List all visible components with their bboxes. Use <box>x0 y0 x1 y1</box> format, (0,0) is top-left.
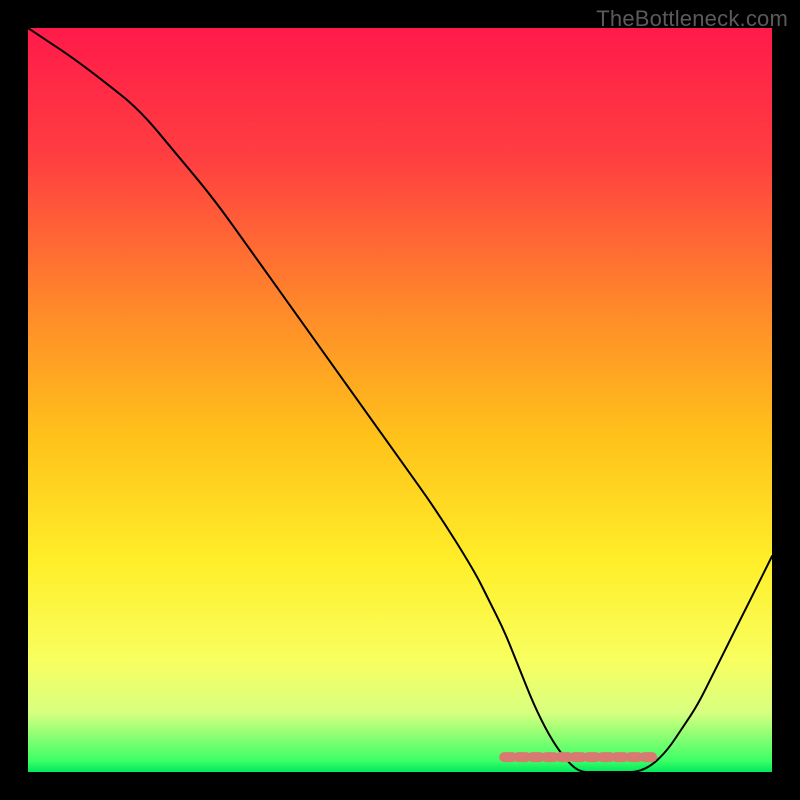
chart-background <box>28 28 772 772</box>
watermark-text: TheBottleneck.com <box>596 6 788 32</box>
chart-plot <box>28 28 772 772</box>
